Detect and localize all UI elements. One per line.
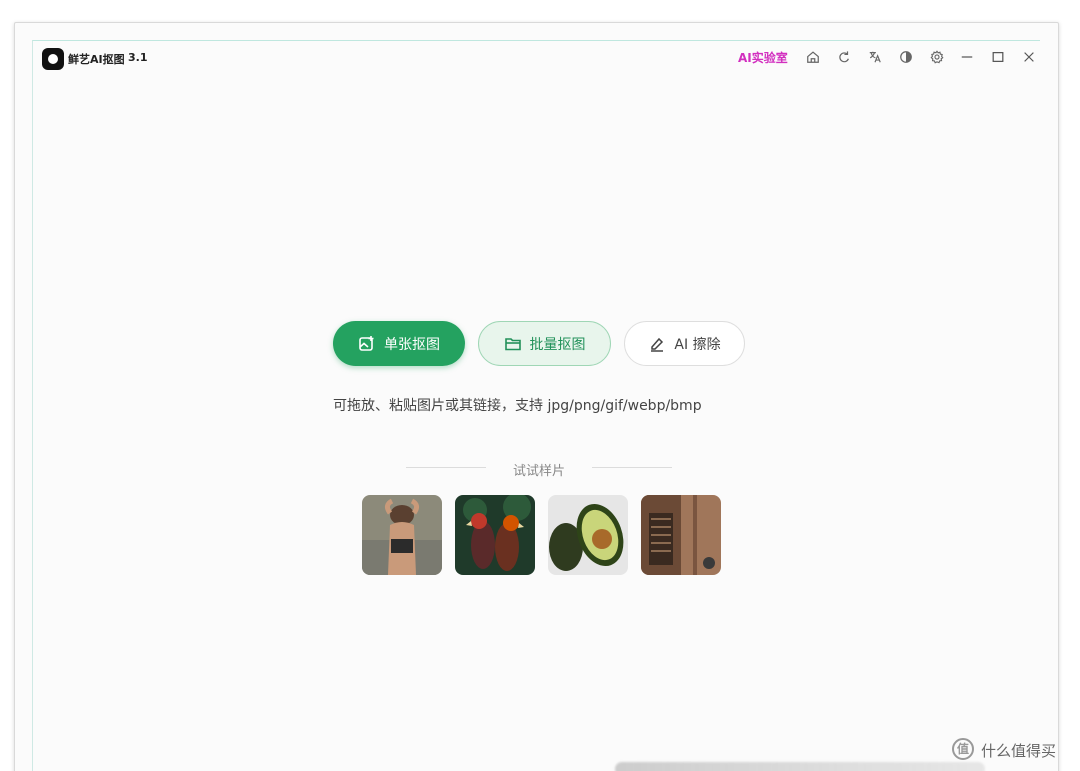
gear-icon[interactable] bbox=[927, 47, 947, 67]
drop-hint: 可拖放、粘贴图片或其链接，支持 jpg/png/gif/webp/bmp bbox=[333, 398, 702, 414]
watermark-text: 什么值得买 bbox=[981, 742, 1057, 760]
sample-person-thumbnail[interactable] bbox=[362, 495, 442, 575]
image-add-icon bbox=[359, 335, 374, 351]
blurred-footer bbox=[615, 762, 985, 771]
eraser-icon bbox=[651, 337, 664, 352]
folder-icon bbox=[504, 337, 521, 350]
sample-avocado-thumbnail[interactable] bbox=[548, 495, 628, 575]
watermark-badge: 值 bbox=[952, 738, 974, 760]
divider bbox=[406, 467, 486, 468]
single-cutout-label: 单张抠图 bbox=[384, 336, 440, 353]
sample-parrots-thumbnail[interactable] bbox=[455, 495, 535, 575]
refresh-icon[interactable] bbox=[834, 47, 854, 67]
ai-erase-button[interactable]: AI 擦除 bbox=[624, 321, 745, 366]
app-title: 鲜艺AI抠图 bbox=[68, 53, 125, 66]
single-cutout-button[interactable]: 单张抠图 bbox=[333, 321, 465, 366]
divider bbox=[592, 467, 672, 468]
minimize-icon[interactable] bbox=[957, 47, 977, 67]
maximize-icon[interactable] bbox=[988, 47, 1008, 67]
translate-icon[interactable] bbox=[865, 47, 885, 67]
home-icon[interactable] bbox=[803, 47, 823, 67]
app-version: 3.1 bbox=[128, 51, 148, 64]
close-icon[interactable] bbox=[1019, 47, 1039, 67]
app-logo-icon bbox=[42, 48, 64, 70]
batch-cutout-label: 批量抠图 bbox=[529, 336, 586, 353]
ai-lab-link[interactable]: AI实验室 bbox=[738, 49, 788, 66]
ai-erase-label: AI 擦除 bbox=[674, 336, 721, 353]
theme-icon[interactable] bbox=[896, 47, 916, 67]
sample-interior-thumbnail[interactable] bbox=[641, 495, 721, 575]
samples-title: 试试样片 bbox=[512, 464, 565, 479]
batch-cutout-button[interactable]: 批量抠图 bbox=[478, 321, 611, 366]
